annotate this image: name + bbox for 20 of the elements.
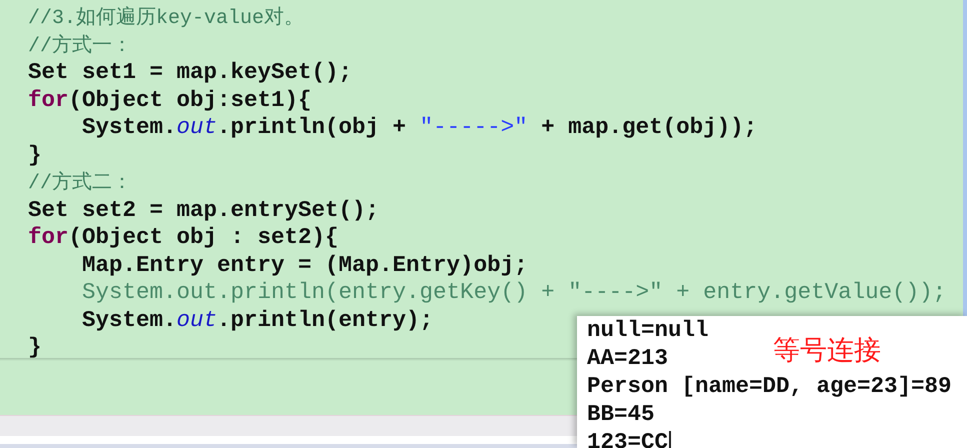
- code-line: //方式一：: [28, 33, 132, 60]
- annotation-text: 等号连接: [773, 334, 881, 368]
- code-line: //3.如何遍历key-value对。: [28, 5, 304, 32]
- text-caret: [669, 431, 672, 448]
- console-output-line: BB=45: [587, 400, 655, 428]
- code-line: System.out.println(obj + "----->" + map.get(obj));: [82, 114, 758, 142]
- code-line: Map.Entry entry = (Map.Entry)obj;: [82, 252, 528, 279]
- code-line: Set set2 = map.entrySet();: [28, 196, 380, 224]
- code-line: for(Object obj : set2){: [28, 224, 339, 252]
- console-output-line: 123=CC: [587, 428, 668, 448]
- code-line: Set set1 = map.keySet();: [28, 59, 352, 86]
- console-output-line: AA=213: [587, 344, 668, 372]
- console-output-line: Person [name=DD, age=23]=89: [587, 372, 952, 400]
- code-line: for(Object obj:set1){: [28, 86, 312, 114]
- code-line: }: [28, 334, 42, 362]
- code-line: //方式二：: [28, 170, 132, 197]
- code-line: }: [28, 142, 42, 169]
- code-line: System.out.println(entry.getKey() + "---->" + entry.getValue());: [82, 279, 946, 306]
- code-line: System.out.println(entry);: [82, 306, 434, 334]
- console-output-line: null=null: [587, 316, 709, 344]
